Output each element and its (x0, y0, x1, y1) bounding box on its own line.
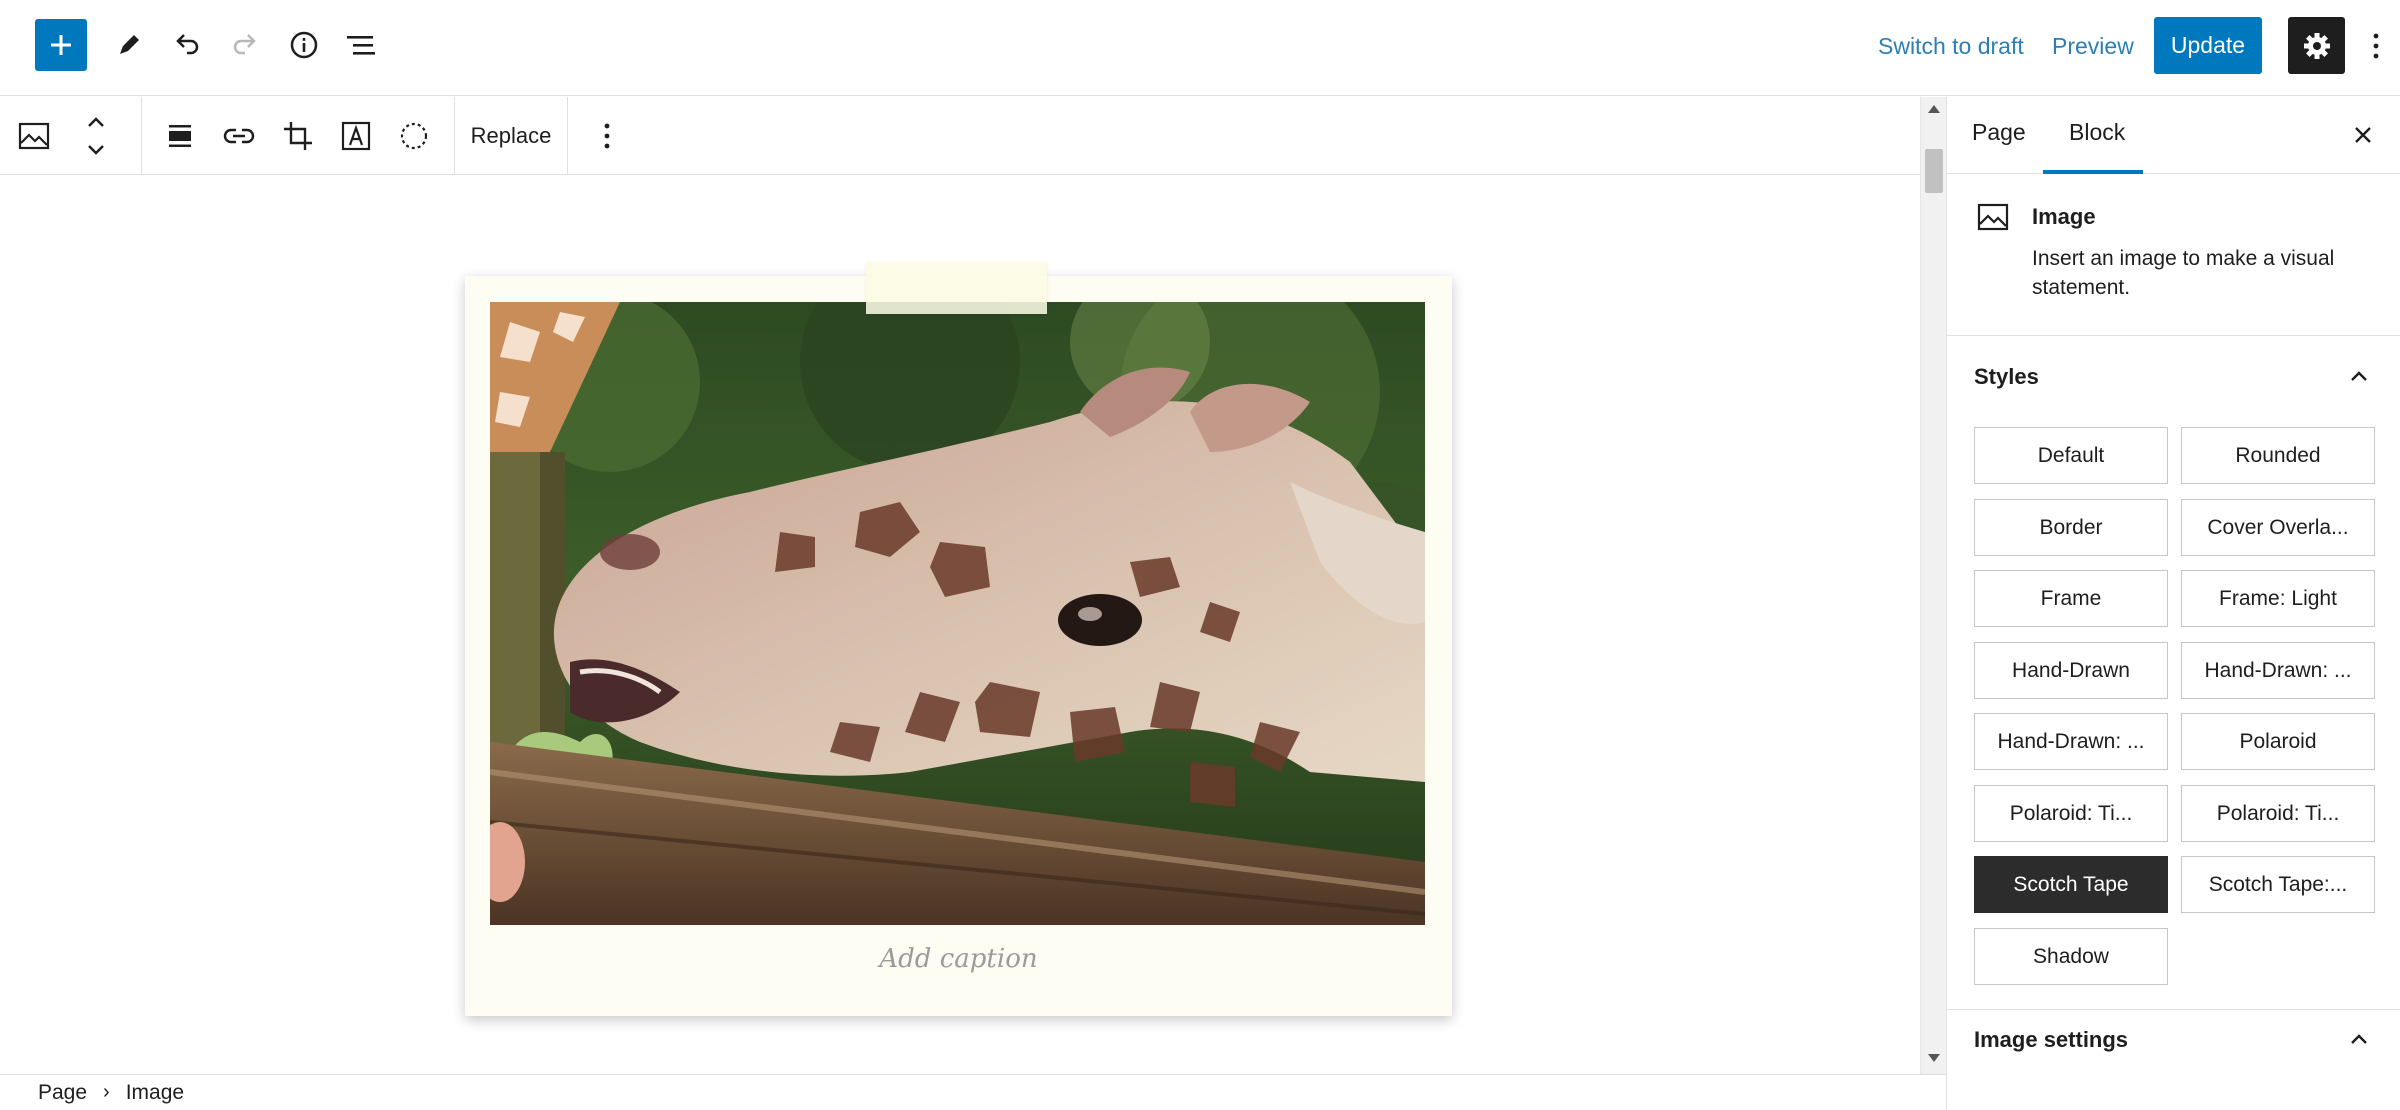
switch-to-draft-button[interactable]: Switch to draft (1878, 30, 2024, 62)
chevron-right-icon: › (103, 1081, 110, 1103)
block-type-button[interactable] (12, 109, 56, 163)
image-icon (1977, 202, 2009, 237)
style-option-scotch-tape[interactable]: Scotch Tape (1974, 856, 2168, 913)
style-option-polaroid[interactable]: Polaroid (2181, 713, 2375, 770)
details-button[interactable] (278, 19, 330, 71)
image-block[interactable]: Add caption (465, 262, 1452, 1016)
image-settings-panel-title: Image settings (1974, 1027, 2129, 1052)
update-button[interactable]: Update (2154, 17, 2262, 74)
style-option-cover-overla[interactable]: Cover Overla... (2181, 499, 2375, 556)
toolbar-divider (567, 97, 568, 175)
toolbar-divider (141, 97, 142, 175)
replace-button[interactable]: Replace (466, 109, 556, 163)
editor-canvas: Add caption (0, 176, 1920, 1074)
text-overlay-button[interactable] (336, 109, 376, 163)
move-block-buttons[interactable] (78, 109, 114, 163)
giraffe-image[interactable] (490, 302, 1425, 925)
scroll-thumb[interactable] (1925, 149, 1943, 193)
style-option-border[interactable]: Border (1974, 499, 2168, 556)
undo-icon (176, 34, 199, 55)
select-motive-button[interactable] (394, 109, 434, 163)
style-option-scotch-tape[interactable]: Scotch Tape:... (2181, 856, 2375, 913)
editor-header: Switch to draft Preview Update (0, 0, 2400, 96)
list-view-button[interactable] (336, 19, 388, 71)
image-icon (18, 122, 50, 150)
more-vertical-icon (2373, 33, 2379, 59)
giraffe-photo-illustration (490, 302, 1425, 925)
link-button[interactable] (219, 109, 259, 163)
scotch-tape-decoration (866, 262, 1047, 314)
breadcrumb-item-image: Image (125, 1080, 185, 1104)
block-card: Image Insert an image to make a visual s… (1947, 174, 2400, 336)
styles-panel-toggle[interactable]: Styles (1947, 347, 2400, 407)
chevron-up-icon (2351, 1034, 2367, 1044)
style-option-frame-light[interactable]: Frame: Light (2181, 570, 2375, 627)
breadcrumb-item-page[interactable]: Page (38, 1081, 87, 1105)
canvas-scrollbar[interactable] (1920, 97, 1946, 1074)
chevron-up-icon (2351, 371, 2367, 381)
image-caption-input[interactable]: Add caption (465, 944, 1452, 974)
block-breadcrumb: Page › Image (0, 1074, 1946, 1110)
options-menu-button[interactable] (2364, 24, 2388, 68)
gear-icon (2303, 32, 2330, 59)
dashed-circle-icon (400, 122, 428, 150)
style-option-polaroid-ti[interactable]: Polaroid: Ti... (2181, 785, 2375, 842)
pencil-icon (120, 35, 139, 54)
style-option-rounded[interactable]: Rounded (2181, 427, 2375, 484)
style-option-frame[interactable]: Frame (1974, 570, 2168, 627)
style-option-shadow[interactable]: Shadow (1974, 928, 2168, 985)
block-card-description: Insert an image to make a visual stateme… (2032, 247, 2335, 299)
sidebar-tabs: Page Block (1947, 97, 2400, 174)
info-icon (290, 31, 318, 59)
scroll-down-arrow-icon[interactable] (1928, 1054, 1940, 1062)
more-vertical-icon (604, 123, 610, 149)
toolbar-divider (454, 97, 455, 175)
move-up-down-icon (88, 117, 104, 155)
close-sidebar-button[interactable] (2347, 119, 2379, 151)
style-option-polaroid-ti[interactable]: Polaroid: Ti... (1974, 785, 2168, 842)
align-button[interactable] (160, 109, 200, 163)
add-block-button[interactable] (35, 19, 87, 71)
block-card-title: Image (2032, 204, 2096, 229)
undo-button[interactable] (161, 19, 213, 71)
crop-icon (284, 122, 312, 150)
close-icon (2355, 127, 2371, 143)
text-overlay-icon (341, 121, 371, 151)
align-none-icon (169, 125, 191, 147)
tools-button[interactable] (103, 19, 155, 71)
settings-button[interactable] (2288, 17, 2345, 74)
scroll-up-arrow-icon[interactable] (1928, 105, 1940, 113)
settings-sidebar: Page Block Image Insert an image to make… (1946, 97, 2400, 1110)
image-settings-panel-toggle[interactable]: Image settings (1947, 1010, 2400, 1070)
tab-page[interactable]: Page (1972, 119, 2026, 146)
plus-icon (51, 35, 71, 55)
block-toolbar: Replace (0, 97, 1920, 175)
style-option-hand-drawn[interactable]: Hand-Drawn: ... (1974, 713, 2168, 770)
block-options-button[interactable] (590, 109, 624, 163)
list-view-icon (347, 36, 375, 55)
style-option-hand-drawn[interactable]: Hand-Drawn: ... (2181, 642, 2375, 699)
redo-button[interactable] (219, 19, 271, 71)
tab-block[interactable]: Block (2069, 119, 2125, 146)
link-icon (223, 128, 255, 144)
styles-panel-title: Styles (1974, 364, 2039, 389)
style-option-default[interactable]: Default (1974, 427, 2168, 484)
crop-button[interactable] (278, 109, 318, 163)
style-option-hand-drawn[interactable]: Hand-Drawn (1974, 642, 2168, 699)
preview-button[interactable]: Preview (2052, 30, 2134, 62)
redo-icon (233, 34, 256, 55)
